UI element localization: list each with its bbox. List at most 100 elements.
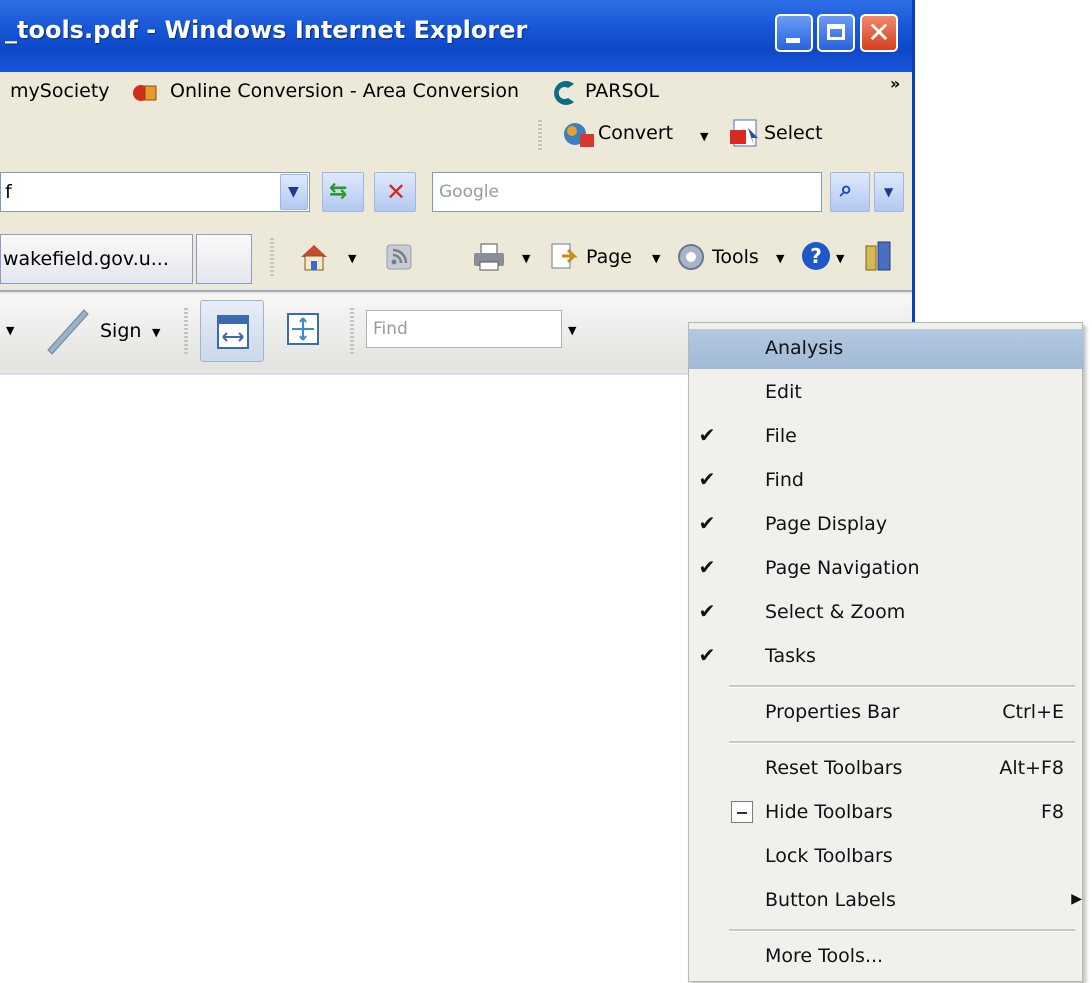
find-dropdown-icon[interactable]: ▼ [568,324,576,337]
window-title: _tools.pdf - Windows Internet Explorer [5,16,528,44]
close-button[interactable]: ✕ [860,14,898,52]
menu-item-shortcut: Ctrl+E [1002,701,1064,723]
page-dropdown-icon[interactable]: ▼ [652,252,660,265]
stop-icon: ✕ [386,178,407,206]
menu-item-label: Edit [765,381,802,403]
chevron-down-icon: ▼ [884,185,894,199]
toolbars-context-menu: Analysis Edit ✔ File ✔ Find ✔ Page Displ… [688,322,1084,982]
refresh-icon: ⇆ [329,179,348,204]
chevron-down-icon: ▼ [288,184,299,200]
search-input[interactable]: Google [432,172,822,212]
check-icon: ✔ [698,511,716,535]
menu-item-properties-bar[interactable]: Properties Bar Ctrl+E [689,693,1084,733]
find-placeholder: Find [373,319,408,339]
minimize-button[interactable] [775,14,813,52]
submenu-arrow-icon: ▶ [1071,891,1082,907]
help-dropdown-icon[interactable]: ▼ [836,252,844,265]
toolbar-separator [350,308,354,354]
menu-item-label: Button Labels [765,889,896,911]
print-icon[interactable] [472,242,506,272]
check-icon: ✔ [698,643,716,667]
menu-item-label: More Tools... [765,945,884,967]
title-bar[interactable]: _tools.pdf - Windows Internet Explorer ✕ [0,0,912,72]
home-dropdown-icon[interactable]: ▼ [348,252,356,265]
check-icon: ✔ [698,423,716,447]
menu-item-label: Select & Zoom [765,601,906,623]
address-input[interactable]: f [0,172,310,212]
stop-button[interactable]: ✕ [374,172,416,212]
search-options-button[interactable]: ▼ [874,172,904,212]
menu-item-label: Tasks [765,645,816,667]
links-bar: mySociety Online Conversion - Area Conve… [0,72,912,158]
check-icon: ✔ [698,599,716,623]
search-icon: ⌕ [840,177,853,202]
search-placeholder: Google [439,182,499,202]
menu-item-label: Page Navigation [765,557,920,579]
online-conversion-icon [132,82,158,102]
feeds-icon[interactable] [386,244,412,270]
page-menu-button[interactable]: Page [586,246,632,268]
hide-toolbars-icon [731,801,753,823]
menu-item-file[interactable]: ✔ File [689,417,1084,457]
menu-item-lock-toolbars[interactable]: Lock Toolbars [689,837,1084,877]
menu-item-page-display[interactable]: ✔ Page Display [689,505,1084,545]
find-input[interactable]: Find [366,310,562,348]
menu-item-find[interactable]: ✔ Find [689,461,1084,501]
command-bar-row: wakefield.gov.u... ▼ ▼ Page ▼ Tools ▼ ? … [0,226,912,292]
maximize-button[interactable] [817,14,855,52]
tab-title: wakefield.gov.u... [3,248,169,270]
menu-item-label: Hide Toolbars [765,801,893,823]
browser-tab[interactable]: wakefield.gov.u... [0,234,193,284]
fit-width-button[interactable] [200,300,264,362]
research-icon[interactable] [862,240,896,274]
search-button[interactable]: ⌕ [830,172,870,212]
sign-button[interactable]: Sign [100,320,141,342]
address-url-text: f [5,181,12,203]
refresh-button[interactable]: ⇆ [322,172,364,212]
gear-icon [676,242,706,272]
tools-menu-button[interactable]: Tools [712,246,759,268]
help-icon[interactable]: ? [800,240,832,272]
convert-dropdown-icon[interactable]: ▼ [700,130,708,143]
sign-pen-icon[interactable] [40,304,92,356]
menu-item-hide-toolbars[interactable]: Hide Toolbars F8 [689,793,1084,833]
convert-icon [562,120,596,148]
menu-separator [729,741,1075,744]
close-icon: ✕ [867,16,891,49]
menu-item-label: Reset Toolbars [765,757,903,779]
link-online-conversion[interactable]: Online Conversion - Area Conversion [170,80,519,102]
link-parsol[interactable]: PARSOL [585,80,659,102]
fit-width-icon [217,315,249,349]
link-mysociety[interactable]: mySociety [10,80,110,102]
menu-separator [729,685,1075,688]
menu-item-label: File [765,425,797,447]
page-icon [548,242,578,272]
menu-item-button-labels[interactable]: Button Labels ▶ [689,881,1084,921]
menu-item-shortcut: Alt+F8 [999,757,1064,779]
links-chevron-icon[interactable]: » [890,74,900,93]
menu-item-more-tools[interactable]: More Tools... [689,937,1084,977]
convert-button[interactable]: Convert [598,122,673,144]
print-dropdown-icon[interactable]: ▼ [522,252,530,265]
toolbar-separator [538,120,542,150]
menu-item-reset-toolbars[interactable]: Reset Toolbars Alt+F8 [689,749,1084,789]
home-icon[interactable] [298,242,330,272]
check-icon: ✔ [698,467,716,491]
toolbar-separator [270,238,274,278]
toolbar-dropdown-icon[interactable]: ▼ [6,324,14,337]
new-tab-button[interactable] [196,234,252,284]
menu-item-page-navigation[interactable]: ✔ Page Navigation [689,549,1084,589]
menu-item-tasks[interactable]: ✔ Tasks [689,637,1084,677]
menu-item-select-zoom[interactable]: ✔ Select & Zoom [689,593,1084,633]
menu-item-analysis[interactable]: Analysis [689,329,1084,369]
address-dropdown-button[interactable]: ▼ [280,174,308,210]
menu-item-label: Page Display [765,513,888,535]
tools-dropdown-icon[interactable]: ▼ [776,252,784,265]
address-bar-row: f ▼ ⇆ ✕ Google ⌕ ▼ [0,160,912,226]
sign-dropdown-icon[interactable]: ▼ [152,326,160,339]
toolbar-separator [184,308,188,354]
fit-page-icon[interactable] [286,312,320,346]
menu-item-edit[interactable]: Edit [689,373,1084,413]
menu-item-label: Find [765,469,804,491]
select-button[interactable]: Select [764,122,823,144]
